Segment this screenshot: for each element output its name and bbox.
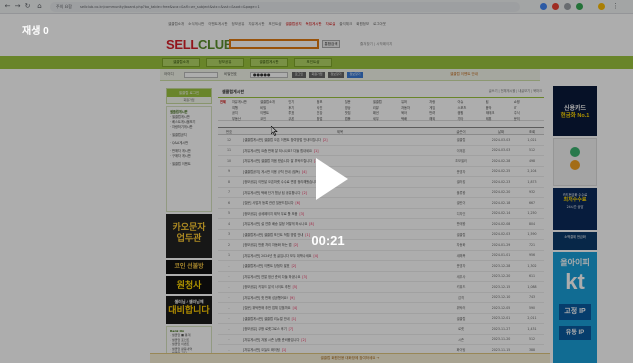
video-title: 재생 0 xyxy=(22,26,49,37)
play-button[interactable] xyxy=(296,148,358,210)
video-duration: 00:21 xyxy=(311,233,345,248)
play-icon xyxy=(316,158,348,200)
